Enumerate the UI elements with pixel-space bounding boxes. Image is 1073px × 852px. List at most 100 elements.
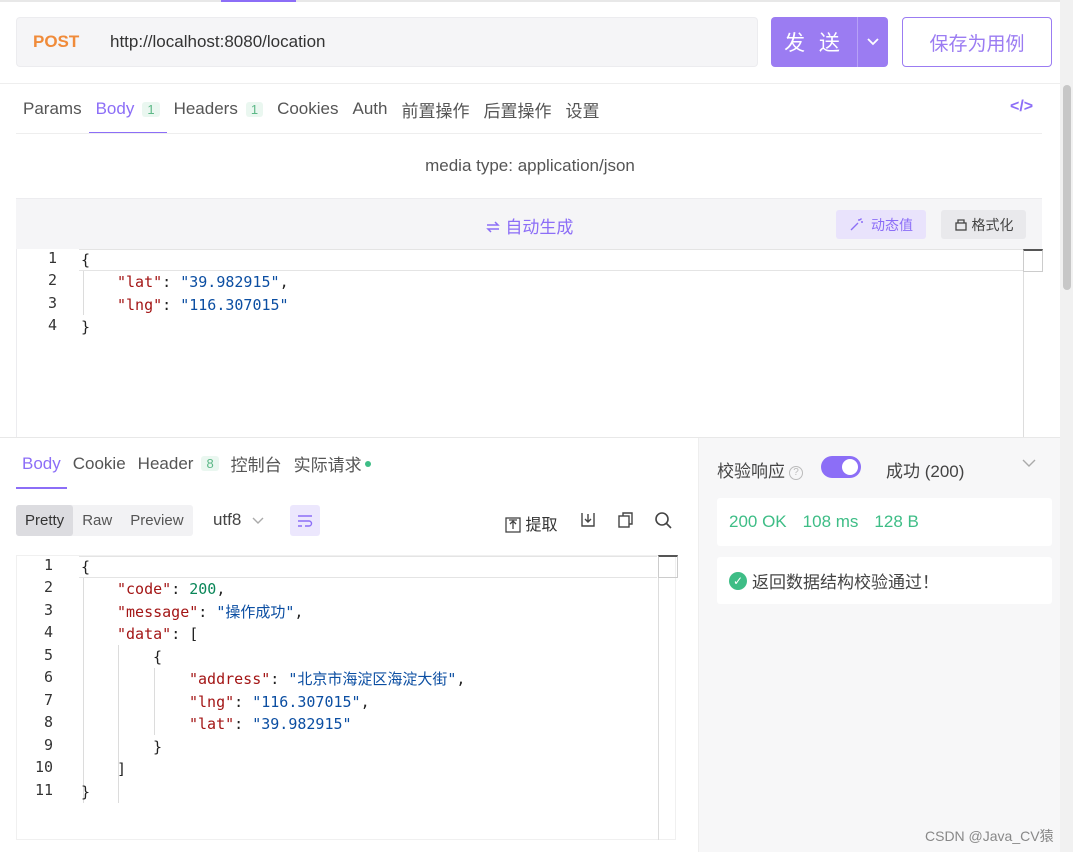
tab-response-header[interactable]: Header 8	[132, 439, 225, 489]
code-snippet-icon[interactable]: </>	[1010, 98, 1033, 116]
extract-label: 提取	[525, 517, 558, 534]
search-icon[interactable]	[654, 511, 672, 529]
tab-response-cookie[interactable]: Cookie	[67, 439, 132, 489]
code-line: "address": "北京市海淀区海淀大街",	[189, 670, 466, 688]
auto-generate-label: 自动生成	[505, 218, 574, 237]
tab-label: Header	[137, 453, 194, 473]
current-line-highlight	[79, 556, 657, 578]
line-number: 2	[47, 271, 57, 289]
encoding-select[interactable]: utf8	[213, 510, 264, 530]
line-number: 3	[43, 601, 53, 619]
method-select[interactable]: POST	[17, 32, 92, 52]
tab-post-operations[interactable]: 后置操作	[476, 84, 558, 134]
tab-settings[interactable]: 设置	[558, 84, 606, 134]
current-line-highlight	[79, 249, 1023, 271]
view-preview[interactable]: Preview	[121, 505, 192, 536]
view-mode-switch: Pretty Raw Preview	[16, 505, 193, 536]
tab-console[interactable]: 控制台	[225, 439, 288, 489]
tab-actual-request[interactable]: 实际请求	[288, 439, 377, 489]
view-raw[interactable]: Raw	[73, 505, 121, 536]
code-line: {	[81, 558, 91, 576]
validation-result-select[interactable]: 成功 (200)	[886, 457, 964, 482]
count-badge: 1	[245, 101, 264, 117]
line-number: 1	[43, 556, 53, 574]
check-circle-icon: ✓	[729, 571, 747, 590]
body-editor-toolbar: 自动生成 动态值 格式化	[16, 198, 1042, 249]
json-key: "lat"	[189, 715, 235, 733]
code-line: "lng": "116.307015",	[189, 693, 370, 711]
save-as-case-button[interactable]: 保存为用例	[902, 17, 1052, 67]
json-key: "code"	[117, 580, 172, 598]
extract-button[interactable]: 提取	[505, 511, 557, 535]
url-bar[interactable]: POST http://localhost:8080/location	[16, 17, 758, 67]
help-icon[interactable]: ?	[789, 465, 803, 480]
code-line: {	[81, 251, 91, 269]
json-value: 200	[189, 580, 217, 598]
json-key: "data"	[117, 625, 172, 643]
indent-guide	[154, 668, 155, 735]
indent-guide	[83, 578, 84, 803]
line-number: 1	[47, 249, 57, 267]
indent-guide	[83, 271, 84, 315]
status-dot-icon	[364, 460, 371, 467]
wrap-icon	[298, 514, 313, 527]
active-tab-indicator	[221, 0, 296, 2]
tab-headers[interactable]: Headers 1	[167, 84, 271, 134]
send-dropdown-button[interactable]	[857, 17, 888, 67]
response-status-card: 200 OK 108 ms 128 B	[717, 498, 1052, 546]
code-line: "data": [	[117, 625, 199, 643]
copy-icon[interactable]	[617, 511, 635, 529]
tab-cookies[interactable]: Cookies	[270, 84, 345, 134]
editor-scrollbar[interactable]	[1023, 249, 1043, 437]
line-number: 10	[34, 758, 53, 776]
tab-body[interactable]: Body 1	[88, 84, 167, 134]
json-value: "39.982915"	[180, 273, 280, 291]
tab-params[interactable]: Params	[16, 84, 89, 134]
json-value: "北京市海淀区海淀大街"	[288, 670, 457, 688]
tab-auth[interactable]: Auth	[345, 84, 394, 134]
json-key: "address"	[189, 670, 271, 688]
format-button[interactable]: 格式化	[941, 210, 1026, 239]
top-tab-strip	[0, 0, 1060, 2]
download-icon[interactable]	[579, 511, 597, 529]
response-tabs: Body Cookie Header 8 控制台 实际请求	[16, 439, 377, 489]
validate-response-toggle[interactable]	[821, 456, 861, 478]
response-body-viewer[interactable]: 1 2 3 4 5 6 7 8 9 10 11 { "code": 200, "…	[16, 555, 676, 840]
format-label: 格式化	[971, 216, 1014, 233]
count-badge: 8	[201, 456, 219, 471]
page-scrollbar-thumb[interactable]	[1063, 85, 1071, 290]
dynamic-value-button[interactable]: 动态值	[836, 210, 926, 239]
line-number: 3	[47, 294, 57, 312]
chevron-down-icon[interactable]	[1022, 459, 1036, 468]
code-line: }	[81, 318, 91, 336]
response-size: 128 B	[874, 512, 919, 531]
dynamic-value-label: 动态值	[871, 216, 913, 233]
request-body-editor[interactable]: 1 2 3 4 { "lat": "39.982915", "lng": "11…	[16, 249, 1043, 437]
wrap-lines-button[interactable]	[290, 505, 320, 536]
tab-response-body[interactable]: Body	[16, 439, 67, 489]
tab-pre-operations[interactable]: 前置操作	[394, 84, 476, 134]
line-number: 9	[43, 736, 53, 754]
line-number: 11	[34, 781, 53, 799]
line-number: 4	[43, 623, 53, 641]
tab-label: 后置操作	[483, 101, 552, 121]
validate-response-label: 校验响应?	[717, 457, 803, 482]
tab-label: 控制台	[230, 456, 282, 475]
brush-icon	[954, 218, 967, 231]
viewer-scrollbar[interactable]	[658, 555, 678, 840]
url-input[interactable]: http://localhost:8080/location	[92, 32, 325, 52]
line-number: 8	[43, 713, 53, 731]
json-key: "lat"	[117, 273, 163, 291]
send-button[interactable]: 发 送	[771, 17, 857, 67]
code-line: "lat": "39.982915"	[189, 715, 352, 733]
watermark: CSDN @Java_CV猿	[925, 828, 1054, 844]
tab-label: Params	[23, 99, 82, 118]
status-code: 200 OK	[729, 512, 787, 531]
json-value: "116.307015"	[252, 693, 361, 711]
view-pretty[interactable]: Pretty	[16, 505, 74, 536]
magic-wand-icon	[850, 217, 863, 230]
tab-label: Headers	[173, 99, 238, 118]
code-line: ]	[117, 760, 127, 778]
request-tabs: Params Body 1 Headers 1 Cookies Auth 前置操作 …	[16, 84, 606, 134]
tab-label: Cookie	[72, 453, 126, 473]
